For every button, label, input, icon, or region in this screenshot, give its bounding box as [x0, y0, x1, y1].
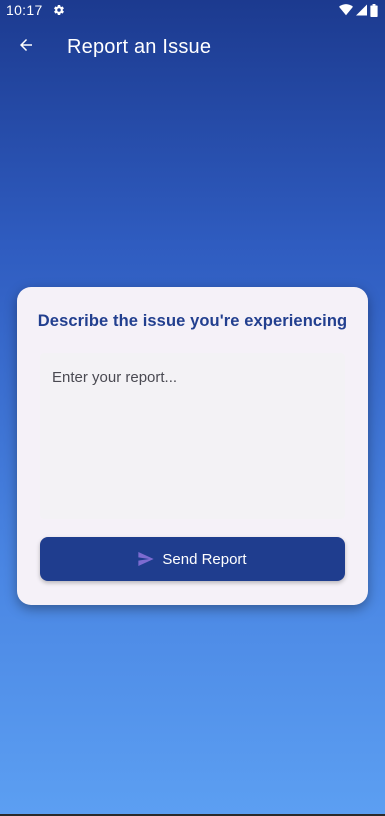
card-heading: Describe the issue you're experiencing [37, 312, 348, 330]
page-title: Report an Issue [67, 35, 212, 58]
status-bar: 10:17 [0, 0, 385, 20]
send-report-button[interactable]: Send Report [40, 537, 345, 581]
status-left: 10:17 [6, 2, 65, 18]
signal-icon [356, 4, 367, 16]
back-button[interactable] [11, 32, 41, 62]
report-input[interactable] [40, 353, 345, 519]
battery-icon [370, 3, 378, 17]
arrow-left-icon [17, 36, 35, 59]
wifi-icon [339, 4, 353, 16]
settings-icon [53, 4, 65, 16]
status-right [339, 3, 378, 17]
report-card: Describe the issue you're experiencing S… [17, 287, 368, 605]
status-time: 10:17 [6, 2, 43, 18]
app-bar: Report an Issue [0, 22, 385, 72]
send-icon [138, 552, 155, 566]
send-button-label: Send Report [162, 550, 247, 568]
